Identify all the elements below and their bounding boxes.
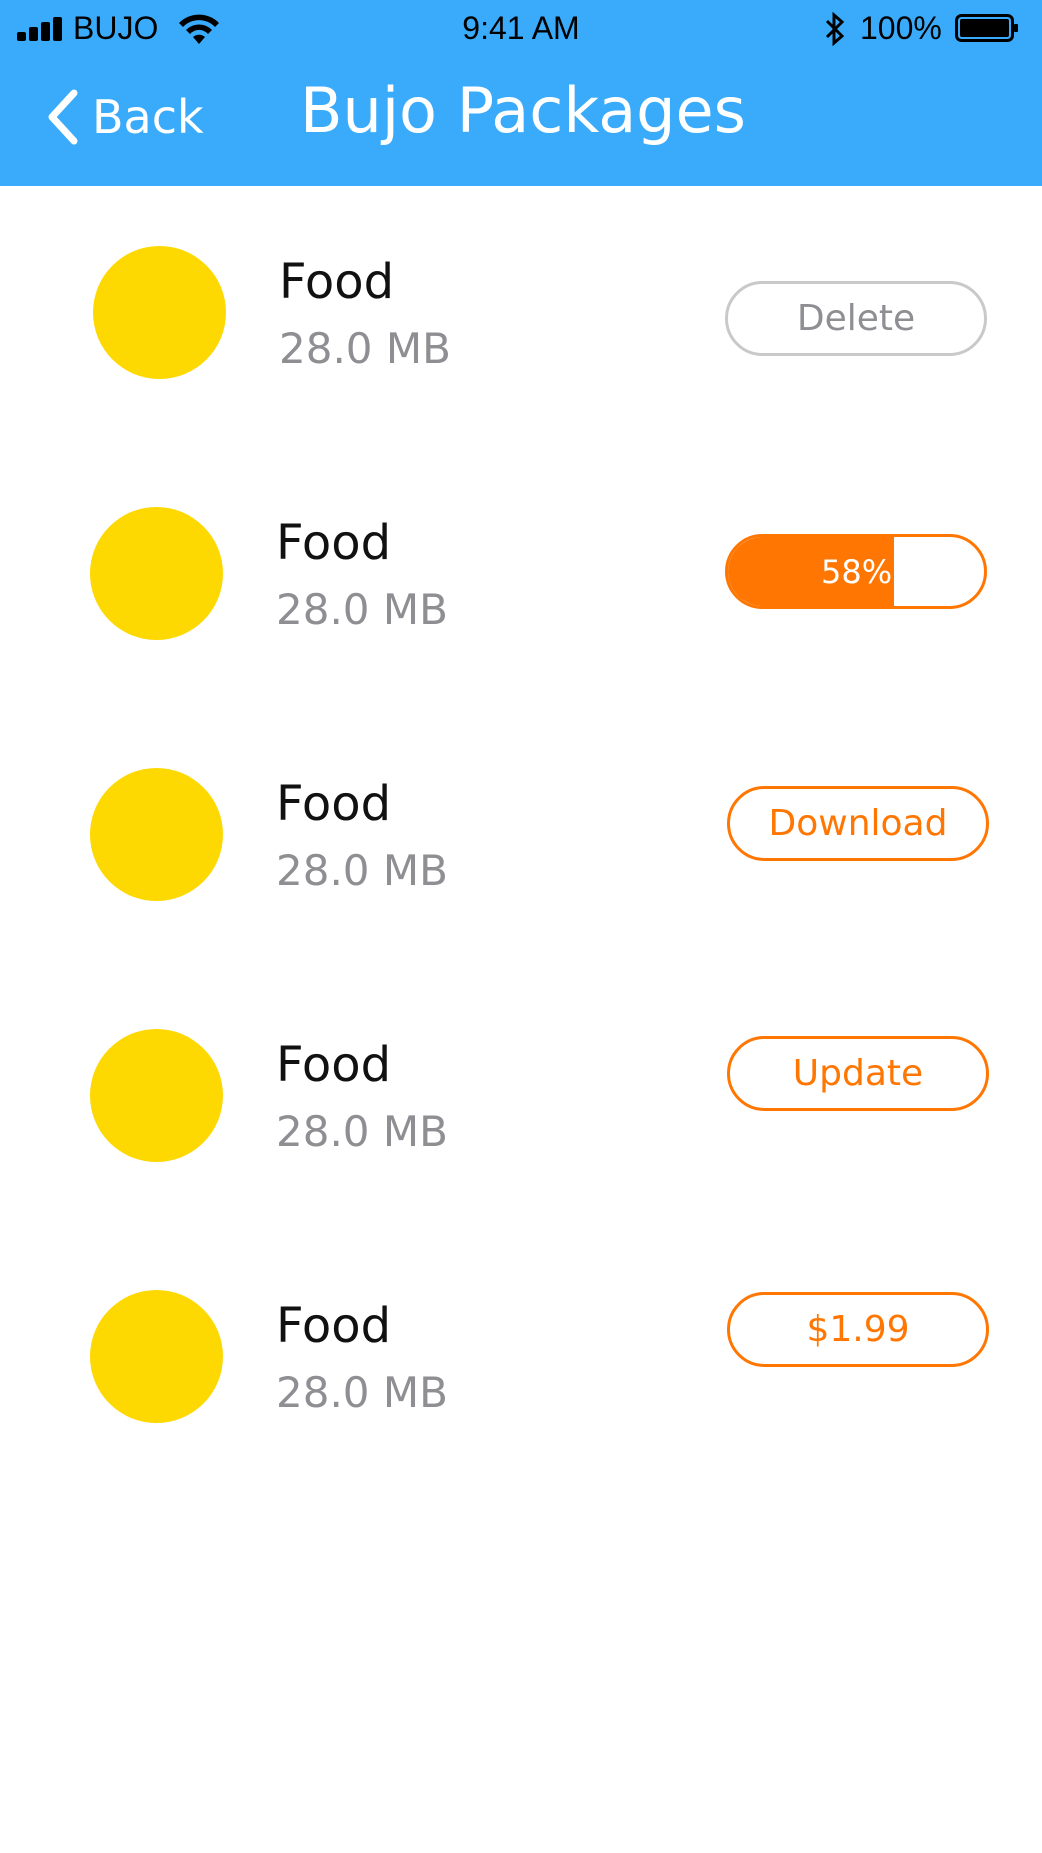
bluetooth-icon: [825, 12, 845, 46]
list-item: Food 28.0 MB $1.99: [0, 1230, 1042, 1491]
update-button[interactable]: Update: [727, 1036, 989, 1111]
package-name: Food: [279, 254, 395, 310]
package-size: 28.0 MB: [276, 846, 448, 895]
list-item: Food 28.0 MB Delete: [0, 186, 1042, 447]
package-size: 28.0 MB: [276, 1107, 448, 1156]
package-size: 28.0 MB: [276, 585, 448, 634]
package-icon: [90, 1029, 223, 1162]
page-title: Bujo Packages: [300, 74, 746, 147]
progress-label: 58%: [821, 552, 893, 591]
package-name: Food: [276, 515, 392, 571]
battery-percentage: 100%: [860, 10, 942, 46]
delete-button[interactable]: Delete: [725, 281, 987, 356]
package-name: Food: [276, 1037, 392, 1093]
back-label: Back: [92, 90, 204, 144]
package-size: 28.0 MB: [276, 1368, 448, 1417]
package-name: Food: [276, 776, 392, 832]
chevron-left-icon: [48, 89, 78, 145]
status-bar: BUJO 9:41 AM 100%: [0, 0, 1042, 62]
package-icon: [90, 1290, 223, 1423]
back-button[interactable]: Back: [44, 86, 204, 148]
buy-button[interactable]: $1.99: [727, 1292, 989, 1367]
package-icon: [90, 507, 223, 640]
battery-icon: [955, 14, 1018, 42]
header: BUJO 9:41 AM 100% Back Bujo Packages: [0, 0, 1042, 186]
download-progress-bar[interactable]: 58%: [725, 534, 987, 609]
list-item: Food 28.0 MB Update: [0, 969, 1042, 1230]
download-button[interactable]: Download: [727, 786, 989, 861]
package-name: Food: [276, 1298, 392, 1354]
list-item: Food 28.0 MB Download: [0, 708, 1042, 969]
list-item: Food 28.0 MB 58%: [0, 447, 1042, 708]
package-icon: [93, 246, 226, 379]
package-size: 28.0 MB: [279, 324, 451, 373]
package-icon: [90, 768, 223, 901]
